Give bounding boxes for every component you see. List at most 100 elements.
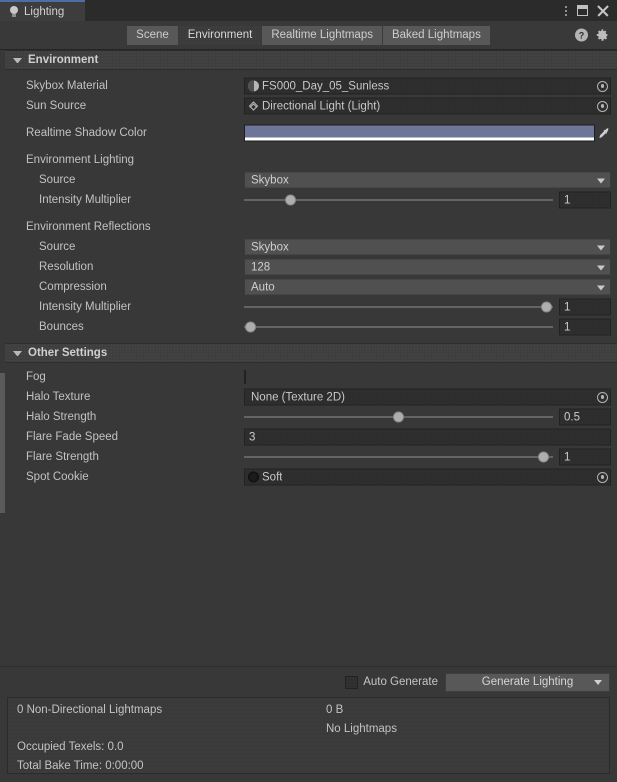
window-tab-lighting[interactable]: Lighting [0, 0, 85, 21]
help-icon[interactable]: ? [575, 28, 588, 42]
env-reflections-bounces-value[interactable]: 1 [559, 318, 611, 336]
env-reflections-compression-dropdown[interactable]: Auto [244, 278, 611, 296]
skybox-material-value: FS000_Day_05_Sunless [262, 80, 390, 92]
fog-checkbox[interactable] [244, 370, 246, 384]
label-env-reflections-resolution: Resolution [39, 261, 94, 273]
chevron-down-icon [13, 350, 22, 356]
halo-strength-value[interactable]: 0.5 [559, 408, 611, 426]
halo-texture-field[interactable]: None (Texture 2D) [244, 388, 611, 406]
sun-source-value: Directional Light (Light) [262, 100, 381, 112]
light-icon [248, 101, 259, 112]
tab-baked-lightmaps[interactable]: Baked Lightmaps [382, 25, 490, 45]
stat-lightmaps-size: 0 B [326, 704, 344, 716]
env-reflections-source-dropdown[interactable]: Skybox [244, 238, 611, 256]
window-tab-label: Lighting [24, 5, 65, 18]
label-spot-cookie: Spot Cookie [26, 471, 89, 483]
label-halo-strength: Halo Strength [26, 411, 97, 423]
chevron-down-icon [13, 57, 22, 63]
object-picker-icon[interactable] [597, 391, 608, 403]
color-swatch [245, 125, 594, 138]
flare-fade-speed-value[interactable]: 3 [244, 428, 611, 446]
env-reflections-intensity-slider[interactable] [244, 299, 553, 316]
maximize-icon[interactable] [577, 5, 588, 16]
env-reflections-resolution-dropdown[interactable]: 128 [244, 258, 611, 276]
slider-thumb[interactable] [541, 301, 553, 313]
slider-track [244, 326, 553, 328]
auto-generate-checkbox[interactable] [345, 675, 359, 689]
slider-thumb[interactable] [393, 411, 404, 423]
object-picker-icon[interactable] [597, 80, 608, 92]
toolbar-right-icons: ? [575, 28, 609, 42]
row-env-reflections-compression: Compression Auto [5, 277, 617, 297]
flare-strength-slider[interactable] [244, 449, 553, 466]
slider-thumb[interactable] [538, 451, 550, 463]
stat-total-bake-time: Total Bake Time: 0:00:00 [17, 760, 144, 772]
color-alpha-bar [245, 137, 594, 141]
section-header-environment[interactable]: Environment [5, 50, 617, 70]
env-lighting-source-dropdown[interactable]: Skybox [244, 171, 611, 189]
label-flare-fade-speed: Flare Fade Speed [26, 431, 119, 443]
chevron-down-icon [597, 245, 605, 250]
tab-scene[interactable]: Scene [127, 25, 179, 45]
lighting-window: Lighting Scene Environment Realtime Ligh… [0, 0, 617, 782]
spot-cookie-field[interactable]: Soft [244, 468, 611, 486]
generate-lighting-button[interactable]: Generate Lighting [445, 672, 610, 692]
realtime-shadow-color-field[interactable] [244, 124, 595, 142]
env-lighting-intensity-value[interactable]: 1 [559, 191, 611, 209]
label-environment-lighting: Environment Lighting [26, 154, 135, 166]
env-reflections-bounces-slider[interactable] [244, 319, 553, 336]
row-env-lighting-source: Source Skybox [5, 170, 617, 190]
slider-track [244, 306, 553, 308]
row-halo-strength: Halo Strength 0.5 [5, 407, 617, 427]
generate-lighting-label: Generate Lighting [481, 676, 574, 688]
group-environment-reflections: Environment Reflections [5, 217, 617, 237]
stat-lightmaps-count: 0 Non-Directional Lightmaps [17, 704, 163, 716]
kebab-menu-icon[interactable] [564, 4, 568, 17]
row-flare-strength: Flare Strength 1 [5, 447, 617, 467]
tab-environment[interactable]: Environment [178, 25, 263, 45]
env-reflections-source-value: Skybox [251, 241, 289, 253]
slider-thumb[interactable] [244, 321, 256, 333]
sun-source-field[interactable]: Directional Light (Light) [244, 97, 611, 115]
section-title-other-settings: Other Settings [28, 347, 108, 359]
gear-icon[interactable] [596, 29, 609, 42]
group-environment-lighting: Environment Lighting [5, 150, 617, 170]
env-reflections-compression-value: Auto [251, 281, 275, 293]
row-flare-fade-speed: Flare Fade Speed 3 [5, 427, 617, 447]
flare-strength-value[interactable]: 1 [559, 448, 611, 466]
halo-strength-slider[interactable] [244, 409, 553, 426]
object-picker-icon[interactable] [597, 100, 608, 112]
label-halo-texture: Halo Texture [26, 391, 91, 403]
section-header-other-settings[interactable]: Other Settings [5, 343, 617, 363]
label-env-reflections-compression: Compression [39, 281, 107, 293]
label-env-lighting-intensity: Intensity Multiplier [39, 194, 132, 206]
label-skybox-material: Skybox Material [26, 80, 108, 92]
row-env-lighting-intensity: Intensity Multiplier 1 [5, 190, 617, 210]
label-env-lighting-source: Source [39, 174, 76, 186]
slider-track [244, 456, 553, 458]
eyedropper-icon[interactable] [598, 127, 611, 140]
chevron-down-icon[interactable] [594, 680, 602, 685]
close-icon[interactable] [597, 5, 609, 17]
env-reflections-resolution-value: 128 [251, 261, 271, 273]
skybox-material-field[interactable]: FS000_Day_05_Sunless [244, 77, 611, 95]
env-lighting-intensity-slider[interactable] [244, 192, 553, 209]
auto-generate-toggle[interactable]: Auto Generate [345, 675, 438, 689]
env-reflections-intensity-value[interactable]: 1 [559, 298, 611, 316]
label-env-reflections-bounces: Bounces [39, 321, 84, 333]
halo-texture-value: None (Texture 2D) [251, 391, 345, 403]
titlebar-controls [564, 0, 617, 21]
stat-lightmaps-status: No Lightmaps [326, 723, 397, 735]
slider-thumb[interactable] [284, 194, 296, 206]
window-titlebar: Lighting [0, 0, 617, 21]
label-sun-source: Sun Source [26, 100, 87, 112]
tab-realtime-lightmaps[interactable]: Realtime Lightmaps [262, 25, 383, 45]
object-picker-icon[interactable] [597, 471, 608, 483]
label-environment-reflections: Environment Reflections [26, 221, 151, 233]
mode-toolbar: Scene Environment Realtime Lightmaps Bak… [0, 21, 617, 50]
lightmap-stats-panel: 0 Non-Directional Lightmaps 0 B No Light… [7, 697, 610, 774]
label-env-reflections-source: Source [39, 241, 76, 253]
settings-content: Environment Skybox Material FS000_Day_05… [5, 50, 617, 666]
spot-cookie-value: Soft [262, 471, 283, 483]
row-sun-source: Sun Source Directional Light (Light) [5, 96, 617, 116]
